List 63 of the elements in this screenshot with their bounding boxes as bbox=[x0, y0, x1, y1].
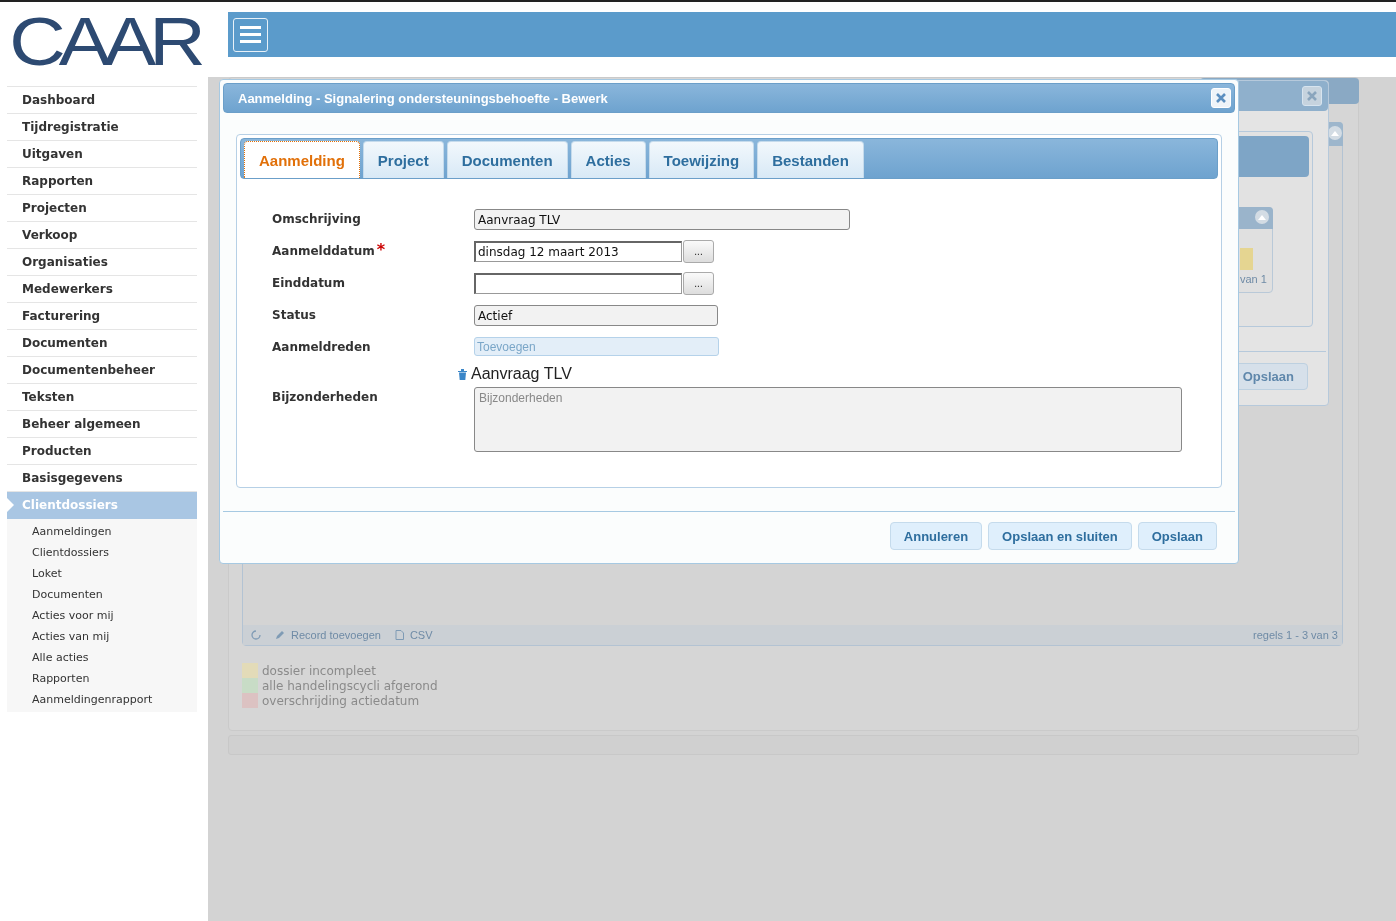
sidebar-item[interactable]: Projecten bbox=[7, 195, 197, 222]
grid-cell bbox=[1240, 248, 1253, 270]
refresh-icon[interactable] bbox=[251, 630, 261, 640]
text-field[interactable]: Aanvraag TLV bbox=[474, 209, 850, 230]
required-mark: * bbox=[376, 244, 386, 256]
field-label: Status bbox=[272, 308, 316, 322]
sidebar-item[interactable]: Medewerkers bbox=[7, 276, 197, 303]
sidebar-subitem[interactable]: Aanmeldingen bbox=[7, 521, 197, 542]
field-label: Omschrijving bbox=[272, 212, 361, 226]
sidebar-subitem[interactable]: Loket bbox=[7, 563, 197, 584]
field-label: Bijzonderheden bbox=[272, 390, 378, 404]
field-label: Aanmeldreden bbox=[272, 340, 371, 354]
date-field[interactable] bbox=[474, 273, 682, 294]
sidebar-subitem[interactable]: Aanmeldingenrapport bbox=[7, 689, 197, 710]
sidebar-subitem[interactable]: Acties voor mij bbox=[7, 605, 197, 626]
field-label: Aanmelddatum bbox=[272, 244, 375, 258]
field-label: Einddatum bbox=[272, 276, 345, 290]
sidebar-item[interactable]: Facturering bbox=[7, 303, 197, 330]
sidebar-item[interactable]: Rapporten bbox=[7, 168, 197, 195]
date-field[interactable]: dinsdag 12 maart 2013 bbox=[474, 241, 682, 262]
sidebar-item[interactable]: Beheer algemeen bbox=[7, 411, 197, 438]
sidebar-item[interactable]: Tijdregistratie bbox=[7, 114, 197, 141]
sidebar-item[interactable]: Teksten bbox=[7, 384, 197, 411]
tab[interactable]: Toewijzing bbox=[648, 141, 755, 178]
dialog-button[interactable]: Opslaan en sluiten bbox=[988, 522, 1132, 550]
sidebar-item[interactable]: Organisaties bbox=[7, 249, 197, 276]
trash-icon[interactable] bbox=[458, 368, 467, 380]
sidebar-item[interactable]: Dashboard bbox=[7, 87, 197, 114]
legend-label: overschrijding actiedatum bbox=[262, 693, 420, 708]
sidebar-item[interactable]: Documenten bbox=[7, 330, 197, 357]
dialog-button[interactable]: Annuleren bbox=[889, 522, 983, 550]
dialog-title: Aanmelding - Signalering ondersteuningsbehoefte - Bewerk bbox=[238, 90, 609, 106]
sidebar-subitem[interactable]: Rapporten bbox=[7, 668, 197, 689]
collapse-icon bbox=[1258, 214, 1266, 220]
close-button[interactable] bbox=[1302, 86, 1322, 106]
tab[interactable]: Acties bbox=[570, 141, 646, 178]
legend-label: alle handelingscycli afgerond bbox=[262, 678, 438, 693]
sidebar-subitem[interactable]: Alle acties bbox=[7, 647, 197, 668]
tab[interactable]: Project bbox=[362, 141, 444, 178]
sidebar-item[interactable]: Verkoop bbox=[7, 222, 197, 249]
document-icon bbox=[394, 630, 404, 640]
reason-tag: Aanvraag TLV bbox=[471, 365, 572, 383]
legend-label: dossier incompleet bbox=[262, 663, 376, 678]
dialog-button[interactable]: Opslaan bbox=[1137, 522, 1217, 550]
sidebar-item[interactable]: Producten bbox=[7, 438, 197, 465]
pencil-icon bbox=[275, 630, 285, 640]
sidebar-subitem[interactable]: Documenten bbox=[7, 584, 197, 605]
paging-info: regels 1 - 3 van 3 bbox=[1253, 629, 1338, 641]
sidebar-subitem[interactable]: Acties van mij bbox=[7, 626, 197, 647]
tab[interactable]: Bestanden bbox=[757, 141, 864, 178]
close-icon bbox=[1216, 93, 1226, 103]
date-picker-button[interactable]: ... bbox=[683, 240, 714, 263]
tab[interactable]: Documenten bbox=[446, 141, 568, 178]
close-icon bbox=[1307, 91, 1317, 101]
sidebar-subitem[interactable]: Clientdossiers bbox=[7, 542, 197, 563]
collapse-icon bbox=[1331, 130, 1339, 136]
sidebar-item[interactable]: Documentenbeheer bbox=[7, 357, 197, 384]
paging-info: van 1 bbox=[1240, 273, 1267, 285]
sidebar-item[interactable]: Uitgaven bbox=[7, 141, 197, 168]
status-field[interactable]: Actief bbox=[474, 305, 718, 326]
menu-button[interactable] bbox=[233, 17, 268, 52]
date-picker-button[interactable]: ... bbox=[683, 272, 714, 295]
logo: CAAR bbox=[9, 6, 199, 75]
